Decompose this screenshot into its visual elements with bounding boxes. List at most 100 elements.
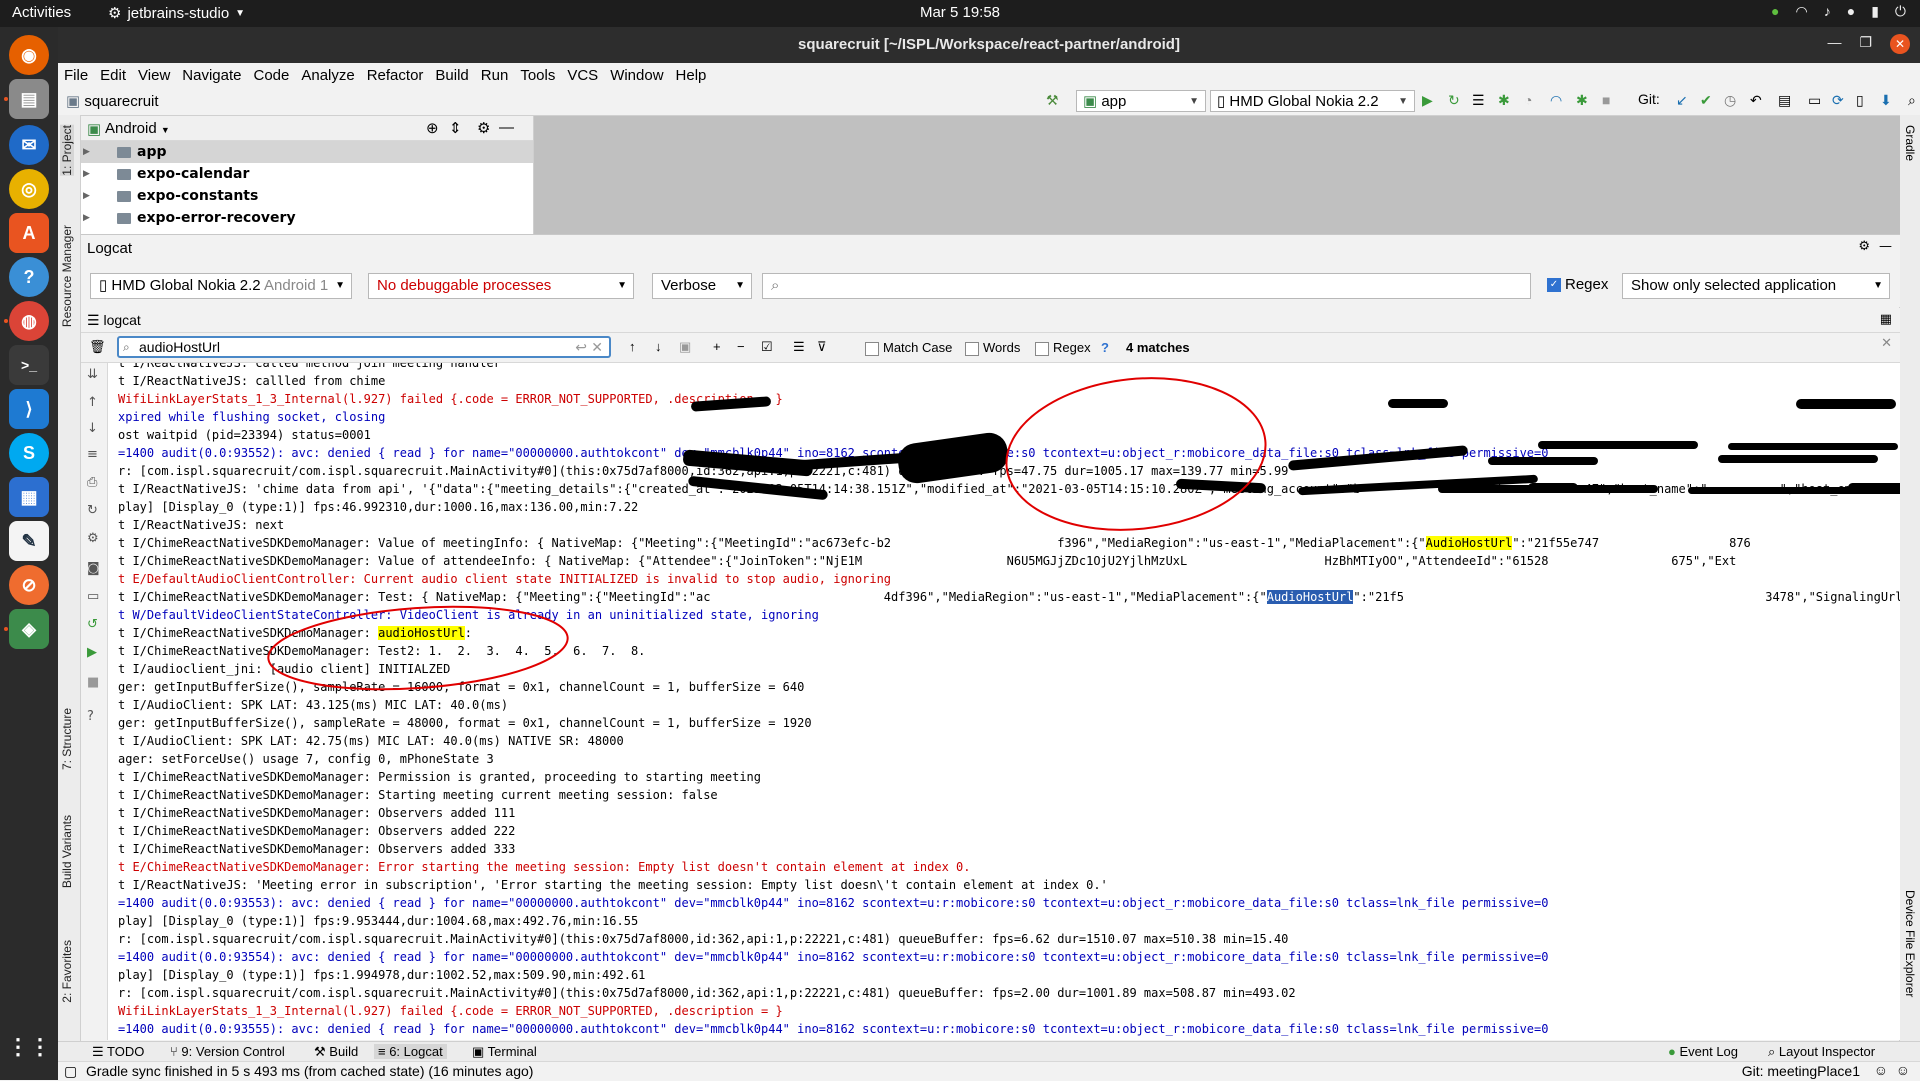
expand-icon[interactable]: ▶ — [83, 185, 90, 207]
window-title-bar[interactable]: squarecruit [~/ISPL/Workspace/react-part… — [58, 27, 1920, 63]
restart-icon[interactable]: ↻ — [87, 503, 98, 518]
gear-icon[interactable]: ⚙ — [87, 531, 99, 546]
hammer-icon[interactable]: ⚒ — [1046, 92, 1059, 109]
project-structure-icon[interactable]: ▤ — [1778, 92, 1791, 109]
remove-selection-icon[interactable]: − — [737, 339, 745, 354]
clock[interactable]: Mar 5 19:58 — [0, 4, 1920, 21]
stop-icon[interactable]: ■ — [87, 675, 99, 690]
previous-match-icon[interactable]: ↑ — [629, 339, 636, 354]
android-debug-icon[interactable]: ✱ — [1576, 92, 1588, 109]
up-icon[interactable]: ↑ — [87, 395, 98, 410]
terminal-icon[interactable]: >_ — [9, 345, 49, 385]
tab-structure[interactable]: 7: Structure — [60, 708, 74, 770]
tree-item-expo-constants[interactable]: ▶ expo-constants — [81, 185, 533, 207]
match-case-checkbox[interactable]: Match Case — [865, 340, 952, 356]
words-checkbox[interactable]: Words — [965, 340, 1020, 356]
editor-area[interactable] — [534, 116, 1900, 234]
regex-checkbox[interactable]: ✓ Regex — [1547, 276, 1608, 293]
app-filter-select[interactable]: Show only selected application ▼ — [1622, 273, 1890, 299]
run-icon[interactable]: ▶ — [87, 645, 97, 660]
search-everywhere-icon[interactable]: ⌕ — [1908, 92, 1916, 109]
menu-refactor[interactable]: Refactor — [361, 67, 430, 84]
layout-icon[interactable]: ▦ — [1880, 312, 1892, 327]
attach-debugger-icon[interactable]: ◠ — [1550, 92, 1562, 109]
smiley-icon[interactable]: ☺ — [1874, 1062, 1888, 1078]
menu-run[interactable]: Run — [475, 67, 515, 84]
menu-file[interactable]: File — [58, 67, 94, 84]
debug-icon[interactable]: ✱ — [1498, 92, 1510, 109]
avd-manager-icon[interactable]: ▯ — [1856, 92, 1864, 109]
print-icon[interactable]: ⎙ — [87, 475, 97, 490]
clear-icon[interactable]: ✕ — [591, 338, 603, 356]
menu-build[interactable]: Build — [429, 67, 474, 84]
expand-icon[interactable]: ▶ — [83, 207, 90, 229]
android-studio-icon[interactable]: ◈ — [9, 609, 49, 649]
select-all-icon[interactable]: ▣ — [679, 339, 691, 355]
show-applications-icon[interactable]: ⋮⋮ — [7, 1027, 51, 1067]
postman-icon[interactable]: ⊘ — [9, 565, 49, 605]
tab-gradle[interactable]: Gradle — [1903, 125, 1917, 161]
sync-gradle-icon[interactable]: ⟳ — [1832, 92, 1844, 109]
tab-resource-manager[interactable]: Resource Manager — [60, 225, 74, 327]
files-icon[interactable]: ▤ — [9, 79, 49, 119]
tree-item-expo-calendar[interactable]: ▶ expo-calendar — [81, 163, 533, 185]
menu-analyze[interactable]: Analyze — [295, 67, 360, 84]
expand-icon[interactable]: ▶ — [83, 163, 90, 185]
tree-item-app[interactable]: ▶ app — [81, 141, 533, 163]
find-input[interactable]: ⌕ audioHostUrl ↩ ✕ — [117, 336, 611, 358]
menu-edit[interactable]: Edit — [94, 67, 132, 84]
close-find-icon[interactable]: ✕ — [1881, 335, 1892, 351]
breadcrumb[interactable]: ▣ squarecruit — [66, 92, 159, 110]
help-icon[interactable]: ? — [9, 257, 49, 297]
new-line-icon[interactable]: ↩ — [575, 338, 587, 356]
logcat-search-input[interactable]: ⌕ — [762, 273, 1531, 299]
tab-logcat-bottom[interactable]: ≡ 6: Logcat — [374, 1044, 447, 1059]
tab-todo[interactable]: ☰ TODO — [92, 1044, 144, 1060]
filter-icon[interactable]: ⊽ — [817, 339, 827, 355]
select-all-occurrences-icon[interactable]: ☑ — [761, 339, 773, 355]
process-filter-select[interactable]: No debuggable processes ▼ — [368, 273, 634, 299]
status-toggle-icon[interactable]: ▢ — [64, 1063, 77, 1080]
menu-navigate[interactable]: Navigate — [176, 67, 247, 84]
document-viewer-icon[interactable]: ▦ — [9, 477, 49, 517]
sort-icon[interactable]: ☰ — [793, 339, 805, 355]
vscode-icon[interactable]: ⟩ — [9, 389, 49, 429]
regex-help-icon[interactable]: ? — [1101, 340, 1109, 355]
layout-inspector-icon[interactable]: ▭ — [1808, 92, 1821, 109]
tree-item-expo-error-recovery[interactable]: ▶ expo-error-recovery — [81, 207, 533, 229]
menu-help[interactable]: Help — [670, 67, 713, 84]
logcat-output[interactable]: t I/ReactNativeJS: called method join me… — [108, 363, 1900, 1040]
hide-icon[interactable]: — — [1879, 239, 1892, 254]
system-tray[interactable]: ● ◠ ♪ ● ▮ ⏻ — [1771, 3, 1906, 20]
tab-terminal[interactable]: ▣ Terminal — [472, 1044, 537, 1060]
scroll-to-end-icon[interactable]: ⇊ — [87, 367, 98, 382]
tab-project[interactable]: 1: Project — [60, 125, 74, 176]
apply-code-changes-icon[interactable]: ☰ — [1472, 92, 1485, 109]
run-config-select[interactable]: ▣ app ▼ — [1076, 90, 1206, 112]
restart-app-icon[interactable]: ↺ — [87, 617, 98, 632]
close-icon[interactable]: ✕ — [1890, 34, 1910, 54]
menu-vcs[interactable]: VCS — [561, 67, 604, 84]
tab-event-log[interactable]: ● Event Log — [1668, 1044, 1738, 1059]
git-update-icon[interactable]: ↙ — [1676, 92, 1688, 109]
find-regex-checkbox[interactable]: Regex — [1035, 340, 1091, 356]
skype-icon[interactable]: S — [9, 433, 49, 473]
screen-capture-icon[interactable]: ◙ — [87, 561, 100, 576]
collapse-all-icon[interactable]: ⇕ — [449, 119, 462, 137]
sdk-manager-icon[interactable]: ⬇ — [1880, 92, 1892, 109]
next-match-icon[interactable]: ↓ — [655, 339, 662, 354]
rhythmbox-icon[interactable]: ◎ — [9, 169, 49, 209]
device-filter-select[interactable]: ▯ HMD Global Nokia 2.2 Android 1 ▼ — [90, 273, 352, 299]
add-selection-icon[interactable]: + — [713, 339, 721, 354]
tab-device-file-explorer[interactable]: Device File Explorer — [1903, 890, 1917, 997]
stop-icon[interactable]: ■ — [1602, 92, 1610, 108]
tab-favorites[interactable]: 2: Favorites — [60, 940, 74, 1003]
menu-view[interactable]: View — [132, 67, 176, 84]
locate-icon[interactable]: ⊕ — [426, 119, 439, 137]
help-icon[interactable]: ? — [87, 709, 94, 724]
screen-record-icon[interactable]: ▭ — [87, 589, 99, 604]
tab-logcat[interactable]: ☰ logcat — [87, 312, 141, 329]
log-level-select[interactable]: Verbose ▼ — [652, 273, 752, 299]
run-icon[interactable]: ▶ — [1422, 92, 1433, 109]
down-icon[interactable]: ↓ — [87, 421, 98, 436]
